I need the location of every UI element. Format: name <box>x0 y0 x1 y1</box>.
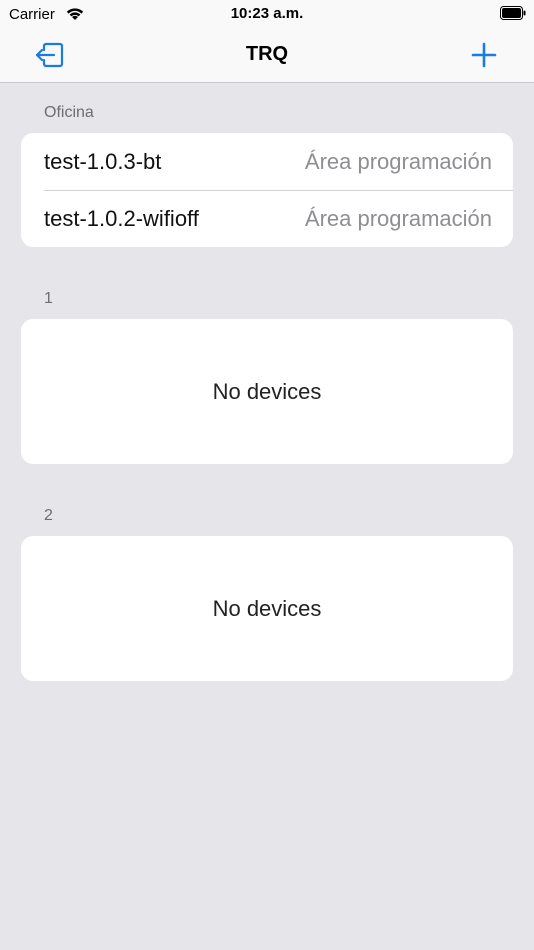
empty-state-label: No devices <box>212 595 322 621</box>
empty-state-label: No devices <box>212 378 322 404</box>
section-header-oficina: Oficina <box>44 104 94 121</box>
device-name: test-1.0.2-wifioff <box>44 206 199 231</box>
plus-icon <box>471 42 497 68</box>
device-area: Área programación <box>304 149 492 174</box>
device-list-2: No devices <box>21 536 513 681</box>
clock: 10:23 a.m. <box>230 5 304 22</box>
section-header-2: 2 <box>44 507 53 524</box>
section-header-1: 1 <box>44 290 53 307</box>
navigation-bar: TRQ <box>0 28 534 83</box>
page-title: TRQ <box>245 43 289 65</box>
device-list-oficina: test-1.0.3-bt Área programación test-1.0… <box>21 133 513 247</box>
battery-icon <box>500 6 526 20</box>
device-area: Área programación <box>304 206 492 231</box>
device-name: test-1.0.3-bt <box>44 149 162 174</box>
status-bar: Carrier 10:23 a.m. <box>0 0 534 28</box>
device-row[interactable]: test-1.0.3-bt Área programación <box>21 133 513 190</box>
add-button[interactable] <box>468 40 500 70</box>
device-row[interactable]: test-1.0.2-wifioff Área programación <box>21 190 513 247</box>
device-list-1: No devices <box>21 319 513 464</box>
